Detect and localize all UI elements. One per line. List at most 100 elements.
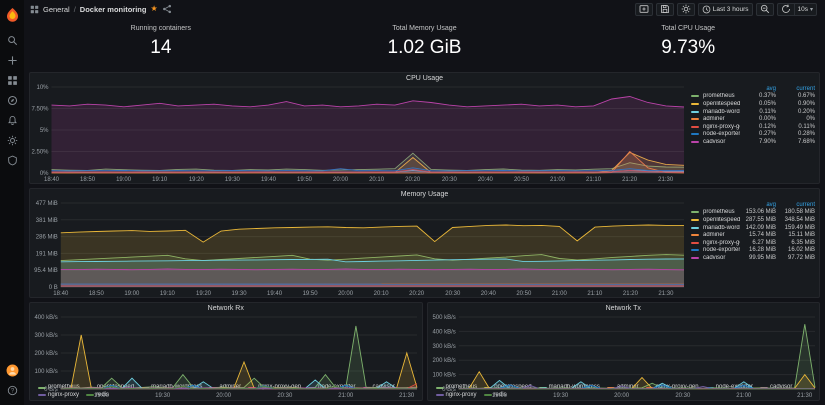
- panel-title[interactable]: Network Tx: [428, 303, 820, 314]
- network-rx-graph[interactable]: 400 kB/s300 kB/s200 kB/s100 kB/s0 B/s19:…: [30, 314, 422, 384]
- series-color-marker: [691, 103, 699, 105]
- legend-item[interactable]: adminer15.74 MiB15.11 MiB: [691, 231, 815, 239]
- svg-text:21:20: 21:20: [623, 291, 639, 297]
- series-color-marker: [691, 219, 699, 221]
- series-name[interactable]: adminer: [703, 232, 740, 238]
- add-panel-button[interactable]: [635, 3, 653, 16]
- star-icon[interactable]: ★: [150, 5, 157, 13]
- search-icon[interactable]: [3, 32, 21, 48]
- series-name[interactable]: adminer: [703, 116, 740, 122]
- legend-item[interactable]: prometheus153.06 MiB180.58 MiB: [691, 209, 815, 217]
- refresh-button[interactable]: [777, 3, 794, 16]
- legend-item[interactable]: openlitespeed0.05%0.90%: [691, 100, 815, 108]
- share-icon[interactable]: [162, 4, 172, 14]
- save-dashboard-button[interactable]: [656, 3, 674, 16]
- series-color-marker: [691, 118, 699, 120]
- sidebar: ?: [0, 0, 24, 405]
- dashboard-settings-button[interactable]: [677, 3, 695, 16]
- panel-title[interactable]: Memory Usage: [30, 189, 819, 200]
- legend-item[interactable]: cadvisor99.95 MiB97.72 MiB: [691, 254, 815, 262]
- series-color-marker: [691, 234, 699, 236]
- legend-item[interactable]: nginx-proxy-gen6.27 MiB6.35 MiB: [691, 239, 815, 247]
- svg-text:19:20: 19:20: [196, 291, 212, 297]
- svg-text:20:50: 20:50: [514, 177, 530, 183]
- series-name[interactable]: mariadb-wordpress: [703, 225, 740, 231]
- svg-text:19:10: 19:10: [152, 177, 168, 183]
- svg-text:20:00: 20:00: [333, 177, 349, 183]
- configuration-icon[interactable]: [3, 132, 21, 148]
- series-name[interactable]: openlitespeed: [703, 101, 740, 107]
- series-name[interactable]: mariadb-wordpress: [703, 109, 740, 115]
- create-icon[interactable]: [3, 52, 21, 68]
- svg-text:19:00: 19:00: [116, 177, 132, 183]
- series-color-marker: [691, 141, 699, 143]
- breadcrumb-page[interactable]: Docker monitoring: [80, 5, 147, 14]
- svg-text:18:40: 18:40: [44, 177, 60, 183]
- series-name[interactable]: node-exporter: [703, 247, 740, 253]
- breadcrumb-separator: /: [74, 5, 76, 14]
- series-name[interactable]: cadvisor: [703, 255, 740, 261]
- series-name[interactable]: cadvisor: [703, 139, 740, 145]
- server-admin-icon[interactable]: [3, 152, 21, 168]
- svg-text:191 MiB: 191 MiB: [36, 251, 58, 257]
- legend-item[interactable]: mariadb-wordpress142.09 MiB159.49 MiB: [691, 224, 815, 232]
- legend-item[interactable]: node-exporter16.28 MiB16.02 MiB: [691, 247, 815, 255]
- series-color-marker: [691, 133, 699, 135]
- stat-label: Running containers: [131, 25, 191, 32]
- series-current: 348.54 MiB: [778, 217, 815, 223]
- apps-grid-icon: [30, 5, 39, 14]
- svg-text:21:30: 21:30: [658, 291, 674, 297]
- series-color-marker: [691, 249, 699, 251]
- series-name[interactable]: nginx-proxy-gen: [703, 240, 740, 246]
- svg-text:21:00: 21:00: [550, 177, 566, 183]
- svg-text:20:00: 20:00: [338, 291, 354, 297]
- alerting-icon[interactable]: [3, 112, 21, 128]
- series-avg: 0.12%: [742, 124, 776, 130]
- svg-text:300 kB/s: 300 kB/s: [432, 344, 455, 350]
- svg-text:20:40: 20:40: [481, 291, 497, 297]
- legend-item[interactable]: adminer0.00%0%: [691, 115, 815, 123]
- panel-title[interactable]: Network Rx: [30, 303, 422, 314]
- breadcrumb-section[interactable]: General: [43, 5, 70, 14]
- grafana-logo[interactable]: [3, 6, 21, 22]
- time-range-picker[interactable]: Last 3 hours: [698, 3, 753, 16]
- cpu-usage-graph[interactable]: 10%7.50%5%2.50%0%18:4018:5019:0019:1019:…: [30, 84, 689, 183]
- refresh-interval-label: 10s: [798, 6, 808, 13]
- refresh-interval-dropdown[interactable]: 10s ▾: [794, 3, 818, 16]
- zoom-out-button[interactable]: [756, 3, 774, 16]
- series-name[interactable]: prometheus: [703, 209, 740, 215]
- memory-usage-graph[interactable]: 477 MiB381 MiB286 MiB191 MiB95.4 MiB0 B1…: [30, 200, 689, 297]
- series-color-marker: [691, 126, 699, 128]
- legend-item[interactable]: openlitespeed287.55 MiB348.54 MiB: [691, 216, 815, 224]
- svg-text:20:10: 20:10: [374, 291, 390, 297]
- legend-item[interactable]: mariadb-wordpress0.11%0.20%: [691, 108, 815, 116]
- series-name[interactable]: openlitespeed: [703, 217, 740, 223]
- legend-item[interactable]: node-exporter0.27%0.28%: [691, 131, 815, 139]
- svg-text:0 B/s: 0 B/s: [442, 387, 456, 393]
- memory-usage-legend: avgcurrentprometheus153.06 MiB180.58 MiB…: [689, 200, 819, 297]
- series-name[interactable]: prometheus: [703, 93, 740, 99]
- svg-text:18:50: 18:50: [80, 177, 96, 183]
- network-tx-graph[interactable]: 500 kB/s400 kB/s300 kB/s200 kB/s100 kB/s…: [428, 314, 820, 384]
- svg-text:19:00: 19:00: [94, 393, 110, 399]
- avatar[interactable]: [3, 362, 21, 378]
- series-current: 0.11%: [778, 124, 815, 130]
- svg-text:21:20: 21:20: [622, 177, 638, 183]
- help-icon[interactable]: ?: [3, 382, 21, 398]
- series-current: 180.58 MiB: [778, 209, 815, 215]
- legend-item[interactable]: cadvisor7.90%7.68%: [691, 138, 815, 146]
- legend-item[interactable]: prometheus0.37%0.67%: [691, 93, 815, 101]
- svg-text:19:20: 19:20: [189, 177, 205, 183]
- legend-item[interactable]: nginx-proxy-gen0.12%0.11%: [691, 123, 815, 131]
- series-name[interactable]: nginx-proxy-gen: [703, 124, 740, 130]
- series-avg: 0.05%: [742, 101, 776, 107]
- explore-icon[interactable]: [3, 92, 21, 108]
- panel-title[interactable]: CPU Usage: [30, 73, 819, 84]
- svg-text:19:10: 19:10: [160, 291, 176, 297]
- svg-text:18:40: 18:40: [53, 291, 69, 297]
- dashboards-icon[interactable]: [3, 72, 21, 88]
- svg-text:21:10: 21:10: [587, 291, 603, 297]
- network-tx-panel: Network Tx 500 kB/s400 kB/s300 kB/s200 k…: [427, 302, 821, 401]
- series-current: 0.90%: [778, 101, 815, 107]
- series-name[interactable]: node-exporter: [703, 131, 740, 137]
